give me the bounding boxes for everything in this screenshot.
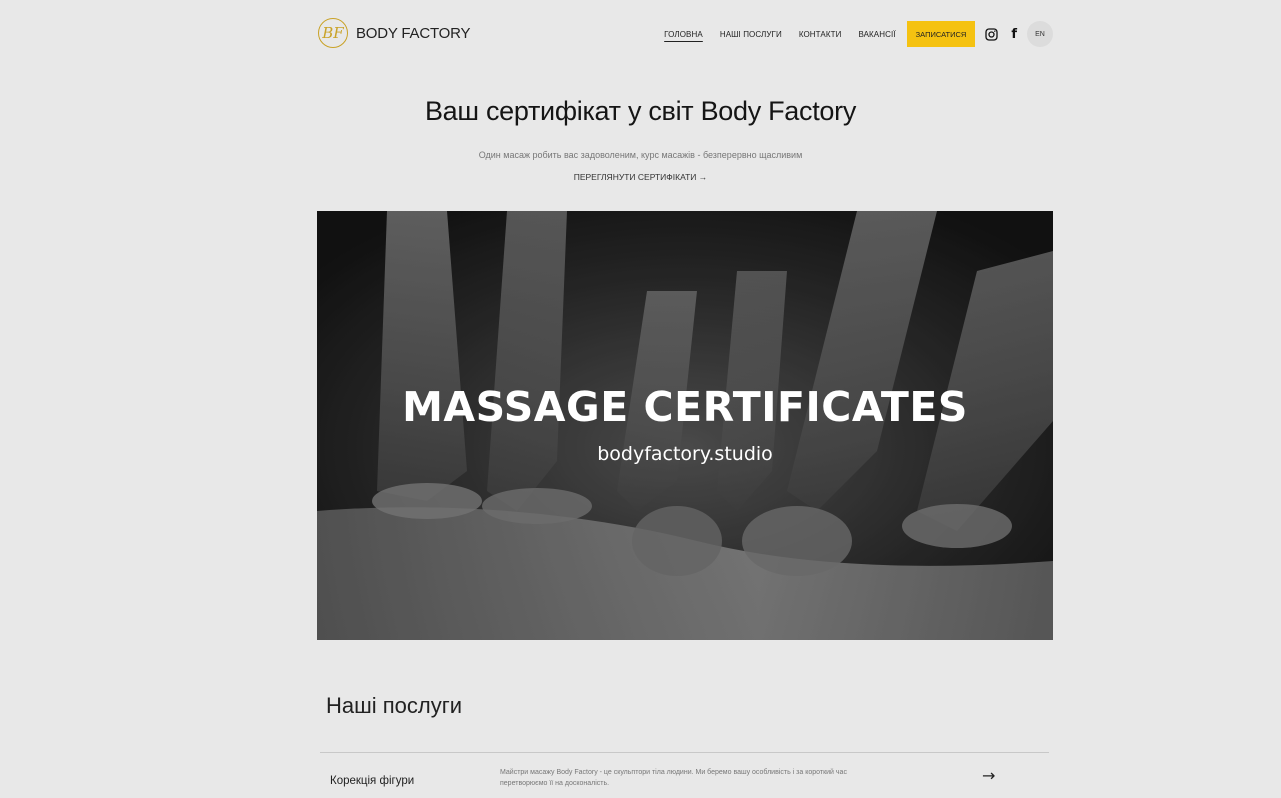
nav-home[interactable]: ГОЛОВНА (664, 30, 703, 39)
service-description: Майстри масажу Body Factory - це скульпт… (500, 769, 847, 787)
service-row[interactable]: Корекція фігури Майстри масажу Body Fact… (320, 760, 1049, 798)
divider (320, 752, 1049, 753)
facebook-icon[interactable]: f (1011, 27, 1017, 42)
banner-url: bodyfactory.studio (597, 443, 773, 465)
language-switch[interactable]: EN (1027, 21, 1053, 47)
banner-title: MASSAGE CERTIFICATES (402, 383, 968, 431)
service-name: Корекція фігури (330, 775, 415, 787)
nav-contacts[interactable]: КОНТАКТИ (799, 30, 842, 39)
services-title: Наші послуги (326, 693, 463, 718)
view-certificates-link[interactable]: ПЕРЕГЛЯНУТИ СЕРТИФІКАТИ → (574, 172, 708, 182)
instagram-icon[interactable] (984, 27, 998, 41)
certificates-banner[interactable]: MASSAGE CERTIFICATES bodyfactory.studio (317, 211, 1053, 640)
logo-text: BODY FACTORY (356, 24, 471, 42)
nav-vacancies[interactable]: ВАКАНСІЇ (858, 30, 895, 39)
view-certificates-link-wrap: ПЕРЕГЛЯНУТИ СЕРТИФІКАТИ → (0, 172, 1281, 182)
hero-subtitle: Один масаж робить вас задоволеним, курс … (478, 150, 803, 160)
nav-services[interactable]: НАШІ ПОСЛУГИ (720, 30, 782, 39)
site-header: BF BODY FACTORY ГОЛОВНА НАШІ ПОСЛУГИ КОН… (318, 18, 1053, 52)
page-title: Ваш сертифікат у світ Body Factory (424, 96, 857, 126)
logo-monogram-icon: BF (318, 18, 348, 48)
arrow-right-icon[interactable]: → (982, 766, 995, 785)
main-nav: ГОЛОВНА НАШІ ПОСЛУГИ КОНТАКТИ ВАКАНСІЇ З… (664, 20, 1053, 48)
book-button[interactable]: ЗАПИСАТИСЯ (906, 21, 976, 47)
logo[interactable]: BF BODY FACTORY (318, 18, 471, 48)
